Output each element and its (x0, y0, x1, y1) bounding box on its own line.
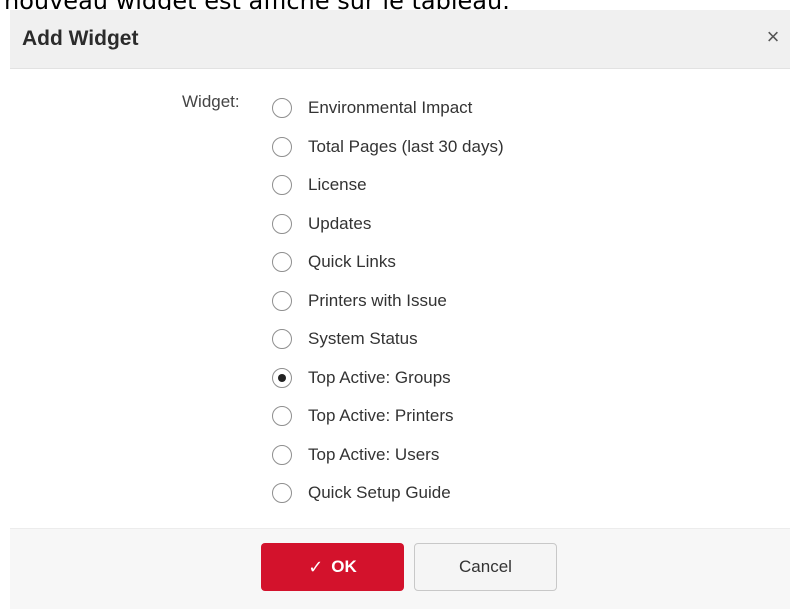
widget-radio-group: Environmental Impact Total Pages (last 3… (272, 89, 504, 513)
radio-button[interactable] (272, 175, 292, 196)
widget-option-quick-links[interactable]: Quick Links (272, 243, 504, 282)
widget-option-label: Updates (308, 213, 372, 233)
widget-option-system-status[interactable]: System Status (272, 320, 504, 359)
widget-option-top-active-groups[interactable]: Top Active: Groups (272, 359, 504, 398)
cancel-button-label: Cancel (459, 557, 512, 576)
widget-option-label: Top Active: Printers (308, 406, 454, 426)
radio-button[interactable] (272, 252, 292, 273)
widget-option-label: Printers with Issue (308, 290, 447, 310)
radio-button[interactable] (272, 213, 292, 234)
widget-field-label: Widget: (182, 92, 240, 111)
radio-button[interactable] (272, 290, 292, 311)
radio-button[interactable] (272, 136, 292, 157)
widget-option-label: License (308, 175, 367, 195)
widget-option-environmental-impact[interactable]: Environmental Impact (272, 89, 504, 128)
widget-option-top-active-users[interactable]: Top Active: Users (272, 436, 504, 475)
radio-button[interactable] (272, 406, 292, 427)
radio-button[interactable] (272, 483, 292, 504)
widget-option-quick-setup-guide[interactable]: Quick Setup Guide (272, 474, 504, 513)
dialog-footer: ✓ OK Cancel (10, 528, 790, 609)
widget-option-label: Environmental Impact (308, 98, 473, 118)
widget-option-total-pages[interactable]: Total Pages (last 30 days) (272, 128, 504, 167)
widget-option-label: Top Active: Groups (308, 367, 451, 387)
widget-option-label: Quick Links (308, 252, 396, 272)
cancel-button[interactable]: Cancel (414, 543, 557, 591)
widget-option-label: Top Active: Users (308, 444, 440, 464)
dialog-header: Add Widget × (10, 10, 790, 69)
widget-option-license[interactable]: License (272, 166, 504, 205)
radio-button[interactable] (272, 367, 292, 388)
widget-option-printers-with-issue[interactable]: Printers with Issue (272, 282, 504, 321)
radio-button[interactable] (272, 98, 292, 119)
check-icon: ✓ (308, 556, 324, 577)
widget-option-label: Total Pages (last 30 days) (308, 136, 504, 156)
radio-button[interactable] (272, 444, 292, 465)
widget-option-label: Quick Setup Guide (308, 483, 451, 503)
close-icon[interactable]: × (760, 24, 786, 50)
widget-option-top-active-printers[interactable]: Top Active: Printers (272, 397, 504, 436)
radio-button[interactable] (272, 329, 292, 350)
ok-button[interactable]: ✓ OK (261, 543, 404, 591)
ok-button-label: OK (331, 557, 357, 576)
add-widget-dialog: Add Widget × Widget: Environmental Impac… (10, 10, 790, 609)
widget-option-label: System Status (308, 329, 418, 349)
dialog-title: Add Widget (22, 27, 139, 50)
widget-option-updates[interactable]: Updates (272, 205, 504, 244)
